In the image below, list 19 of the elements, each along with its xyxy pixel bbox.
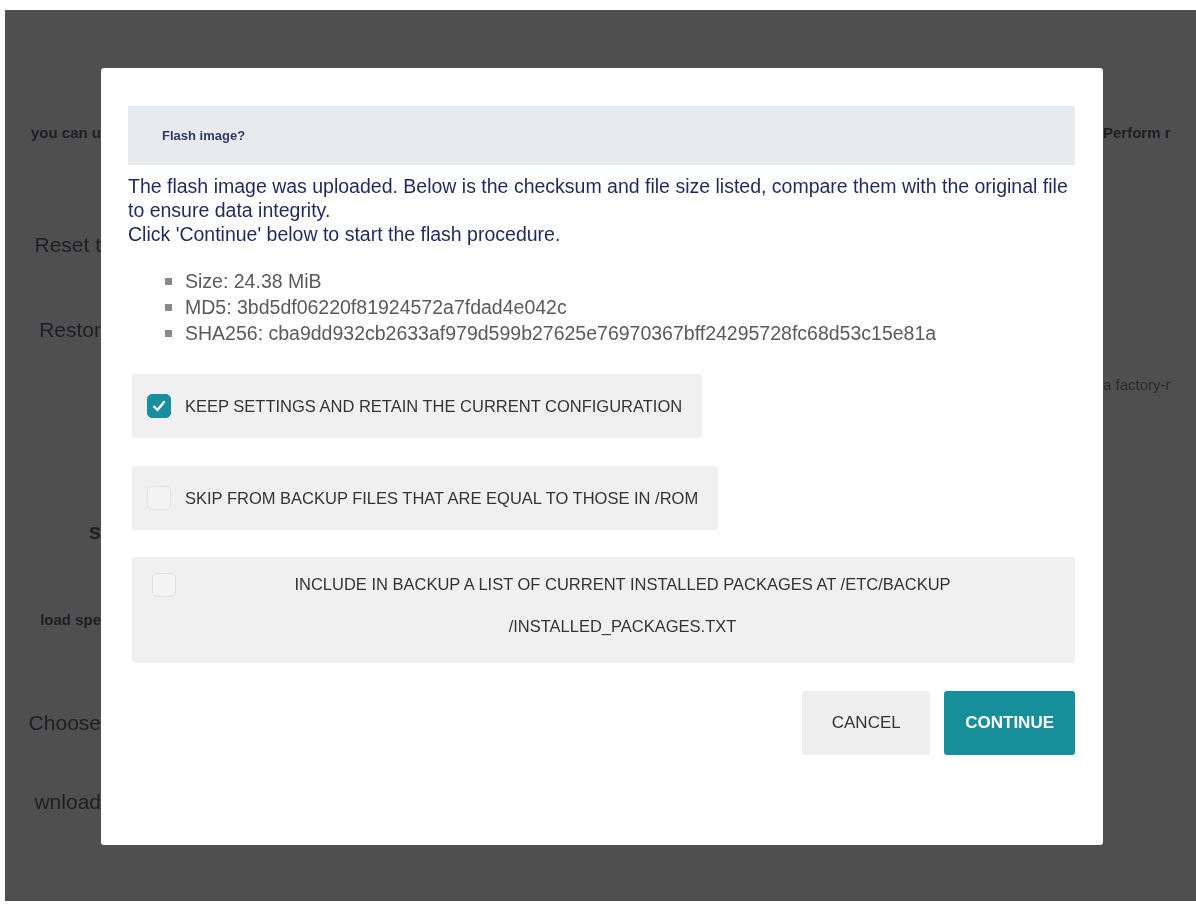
dialog-title: Flash image? (162, 128, 246, 143)
cancel-button[interactable]: CANCEL (802, 691, 931, 755)
checkbox[interactable] (147, 394, 171, 418)
dialog-message: Click 'Continue' below to start the flash procedure. (128, 222, 562, 246)
option-row[interactable]: SKIP FROM BACKUP FILES THAT ARE EQUAL TO THOSE IN /ROM (132, 466, 719, 530)
bullet-icon (165, 304, 172, 311)
dialog-message: The flash image was uploaded. Below is the checksum and file size listed, compare them with the original file to ensure data integrity. (128, 174, 1069, 222)
option-label: KEEP SETTINGS AND RETAIN THE CURRENT CONFIGURATION (185, 396, 683, 417)
check-icon (152, 400, 166, 412)
option-label: INCLUDE IN BACKUP A LIST OF CURRENT INSTALLED PACKAGES AT /ETC/BACKUP /INSTALLED_PACKAGES.TXT (293, 574, 952, 637)
detail-text: MD5: 3bd5df06220f81924572a7fdad4e042c (185, 295, 568, 320)
bullet-icon (165, 278, 172, 285)
option-row[interactable]: INCLUDE IN BACKUP A LIST OF CURRENT INSTALLED PACKAGES AT /ETC/BACKUP /INSTALLED_PACKAGES.TXT (132, 557, 1075, 663)
bullet-icon (165, 330, 172, 337)
detail-text: Size: 24.38 MiB (185, 269, 323, 294)
detail-text: SHA256: cba9dd932cb2633af979d599b27625e76970367bff24295728fc68d53c15e81a (185, 321, 938, 346)
option-row[interactable]: KEEP SETTINGS AND RETAIN THE CURRENT CONFIGURATION (132, 374, 703, 438)
option-label: SKIP FROM BACKUP FILES THAT ARE EQUAL TO THOSE IN /ROM (185, 488, 699, 509)
continue-button[interactable]: CONTINUE (944, 691, 1075, 755)
